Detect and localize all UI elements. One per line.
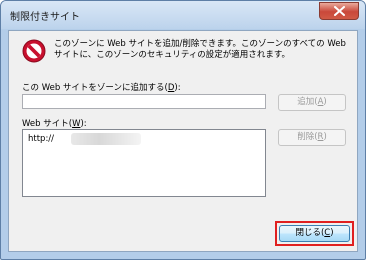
list-item[interactable]: http://	[28, 134, 54, 144]
add-button[interactable]: 追加(A)	[278, 94, 346, 111]
close-button[interactable]: 閉じる(C)	[279, 225, 350, 242]
no-entry-icon	[22, 39, 46, 63]
remove-button[interactable]: 削除(R)	[278, 129, 346, 146]
dialog-body: このゾーンに Web サイトを追加/削除できます。このゾーンのすべての Web …	[8, 30, 358, 252]
window-close-button[interactable]	[319, 2, 359, 20]
add-site-label: この Web サイトをゾーンに追加する(D):	[22, 83, 181, 93]
add-site-input[interactable]	[22, 94, 266, 109]
info-message: このゾーンに Web サイトを追加/削除できます。このゾーンのすべての Web …	[54, 39, 346, 60]
close-icon	[334, 6, 345, 16]
title-bar[interactable]: 制限付きサイト	[1, 1, 365, 29]
obscured-url	[71, 133, 141, 145]
window-title: 制限付きサイト	[10, 12, 80, 23]
sites-list[interactable]: http://	[22, 129, 266, 197]
sites-label: Web サイト(W):	[22, 119, 87, 129]
dialog-window: 制限付きサイト このゾーンに Web サイトを追加/削除できます。このゾーンのす…	[0, 0, 366, 260]
